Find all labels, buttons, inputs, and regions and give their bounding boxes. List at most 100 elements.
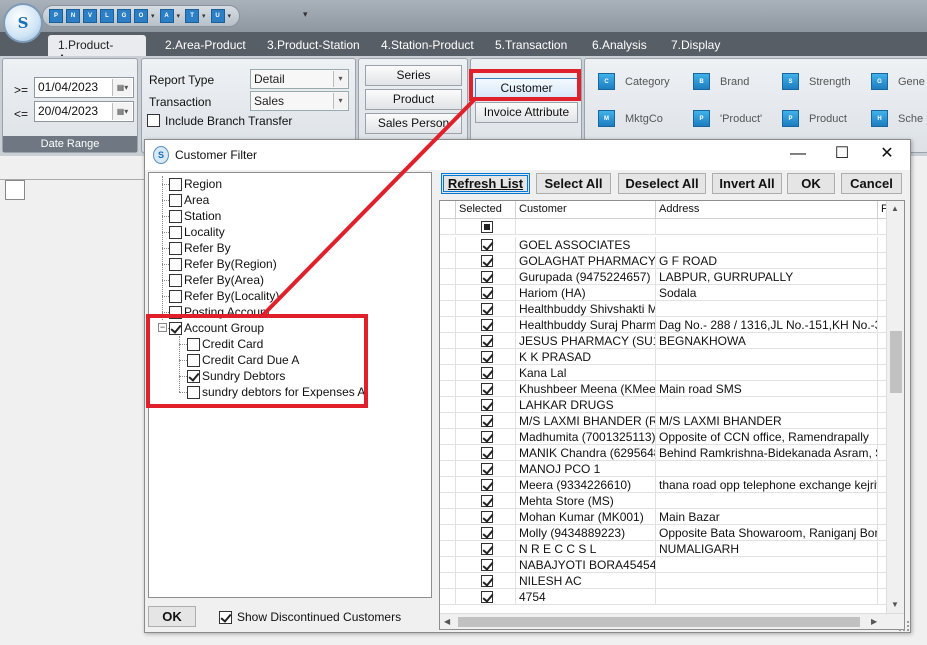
tree-node[interactable]: Refer By(Locality)	[169, 288, 279, 304]
table-row[interactable]: K K PRASAD	[440, 349, 886, 365]
row-checkbox[interactable]	[481, 399, 493, 411]
table-row[interactable]: Madhumita (7001325113) Opposite of CCN of…	[440, 429, 886, 445]
tree-node[interactable]: Locality	[169, 224, 225, 240]
chevron-down-icon[interactable]: ▾	[151, 12, 155, 20]
vertical-scrollbar[interactable]: ▲ ▼	[886, 201, 904, 613]
table-row[interactable]: GOEL ASSOCIATES	[440, 237, 886, 253]
chevron-down-icon[interactable]: ▾	[177, 12, 181, 20]
row-header[interactable]	[440, 253, 456, 269]
customer-filter-cell[interactable]	[516, 219, 656, 235]
quick-access-button[interactable]: O	[134, 9, 148, 23]
tree-node[interactable]: Refer By(Region)	[169, 256, 277, 272]
table-row[interactable]: Hariom (HA) Sodala	[440, 285, 886, 301]
invert-all-button[interactable]: Invert All	[712, 173, 782, 194]
col-customer[interactable]: Customer	[516, 201, 656, 219]
row-header[interactable]	[440, 285, 456, 301]
row-checkbox[interactable]	[481, 463, 493, 475]
to-date-field[interactable]: 20/04/2023 ▦▾	[34, 101, 134, 122]
from-date-field[interactable]: 01/04/2023 ▦▾	[34, 77, 134, 98]
tab-area-product[interactable]: 2.Area-Product	[155, 35, 256, 56]
row-header[interactable]	[440, 381, 456, 397]
row-header[interactable]	[440, 269, 456, 285]
table-row[interactable]: Mehta Store (MS)	[440, 493, 886, 509]
show-discontinued-option[interactable]: Show Discontinued Customers	[219, 610, 401, 624]
row-header[interactable]	[440, 365, 456, 381]
row-checkbox[interactable]	[481, 511, 493, 523]
tree-node[interactable]: Area	[169, 192, 209, 208]
tab-transaction[interactable]: 5.Transaction	[485, 35, 577, 56]
product-attr-button[interactable]: P Product	[782, 110, 847, 127]
row-header[interactable]	[440, 413, 456, 429]
row-checkbox[interactable]	[481, 415, 493, 427]
report-type-select[interactable]: Detail ▾	[250, 69, 349, 89]
row-checkbox[interactable]	[481, 479, 493, 491]
table-row[interactable]: Kana Lal	[440, 365, 886, 381]
row-header[interactable]	[440, 397, 456, 413]
row-header[interactable]	[440, 301, 456, 317]
calendar-icon[interactable]: ▦▾	[112, 79, 132, 96]
row-header[interactable]	[440, 477, 456, 493]
table-row[interactable]: 4754	[440, 589, 886, 605]
table-row[interactable]: N R E C C S L NUMALIGARH	[440, 541, 886, 557]
row-checkbox[interactable]	[481, 543, 493, 555]
generic-button[interactable]: G Gene	[871, 73, 925, 90]
row-checkbox[interactable]	[481, 527, 493, 539]
mktgco-button[interactable]: M MktgCo	[598, 110, 663, 127]
cancel-button[interactable]: Cancel	[841, 173, 902, 194]
row-checkbox[interactable]	[481, 287, 493, 299]
tree-node-checkbox[interactable]	[169, 209, 182, 223]
product-button[interactable]: Product	[365, 89, 462, 110]
quick-access-button[interactable]: U	[210, 9, 225, 23]
row-header[interactable]	[440, 589, 456, 605]
customer-grid[interactable]: Selected Customer Address F GOEL ASSOCIA…	[439, 200, 905, 630]
tree-node-checkbox[interactable]	[169, 177, 182, 191]
row-header[interactable]	[440, 525, 456, 541]
row-checkbox[interactable]	[481, 575, 493, 587]
table-row[interactable]: Khushbeer Meena (KMeena)Main road SMS	[440, 381, 886, 397]
row-header[interactable]	[440, 349, 456, 365]
chevron-down-icon[interactable]: ▾	[202, 12, 206, 20]
table-row[interactable]: Healthbuddy Suraj PharmacyDag No.- 288 /…	[440, 317, 886, 333]
horizontal-scrollbar[interactable]: ◀ ▶	[440, 613, 904, 629]
document-tab[interactable]	[5, 180, 25, 200]
row-checkbox[interactable]	[481, 367, 493, 379]
tree-node[interactable]: Region	[169, 176, 222, 192]
minimize-icon[interactable]: —	[783, 144, 813, 164]
scroll-down-icon[interactable]: ▼	[891, 600, 899, 609]
table-row[interactable]: NILESH AC	[440, 573, 886, 589]
row-header[interactable]	[440, 429, 456, 445]
brand-button[interactable]: B Brand	[693, 73, 749, 90]
col-address[interactable]: Address	[656, 201, 878, 219]
table-row[interactable]: Molly (9434889223) Opposite Bata Showaroo…	[440, 525, 886, 541]
h-scroll-thumb[interactable]	[458, 617, 860, 627]
close-icon[interactable]: ✕	[872, 144, 902, 164]
show-discontinued-checkbox[interactable]	[219, 610, 232, 624]
row-header[interactable]	[440, 317, 456, 333]
category-button[interactable]: C Category	[598, 73, 670, 90]
row-header[interactable]	[440, 445, 456, 461]
refresh-list-button[interactable]: Refresh List	[441, 173, 530, 194]
row-checkbox[interactable]	[481, 591, 493, 603]
quick-access-button[interactable]: N	[66, 9, 80, 23]
chevron-down-icon[interactable]: ▾	[228, 12, 232, 20]
scroll-up-icon[interactable]: ▲	[891, 204, 899, 213]
table-row[interactable]: GOLAGHAT PHARMACY G F ROAD	[440, 253, 886, 269]
row-header[interactable]	[440, 333, 456, 349]
transaction-select[interactable]: Sales ▾	[250, 91, 349, 111]
row-checkbox[interactable]	[481, 271, 493, 283]
scheme-button[interactable]: H Sche	[871, 110, 923, 127]
table-row[interactable]: NABAJYOTI BORA454545	[440, 557, 886, 573]
scroll-right-icon[interactable]: ▶	[871, 617, 877, 626]
row-header[interactable]	[440, 509, 456, 525]
quick-access-button[interactable]: P	[49, 9, 63, 23]
table-row[interactable]: LAHKAR DRUGS	[440, 397, 886, 413]
row-checkbox[interactable]	[481, 255, 493, 267]
app-logo[interactable]: S	[3, 3, 43, 43]
row-checkbox[interactable]	[481, 383, 493, 395]
tree-node-checkbox[interactable]	[169, 289, 182, 303]
tree-node-checkbox[interactable]	[169, 193, 182, 207]
tab-display[interactable]: 7.Display	[661, 35, 730, 56]
row-header[interactable]	[440, 493, 456, 509]
scroll-thumb[interactable]	[890, 331, 902, 393]
tree-node-checkbox[interactable]	[169, 257, 182, 271]
